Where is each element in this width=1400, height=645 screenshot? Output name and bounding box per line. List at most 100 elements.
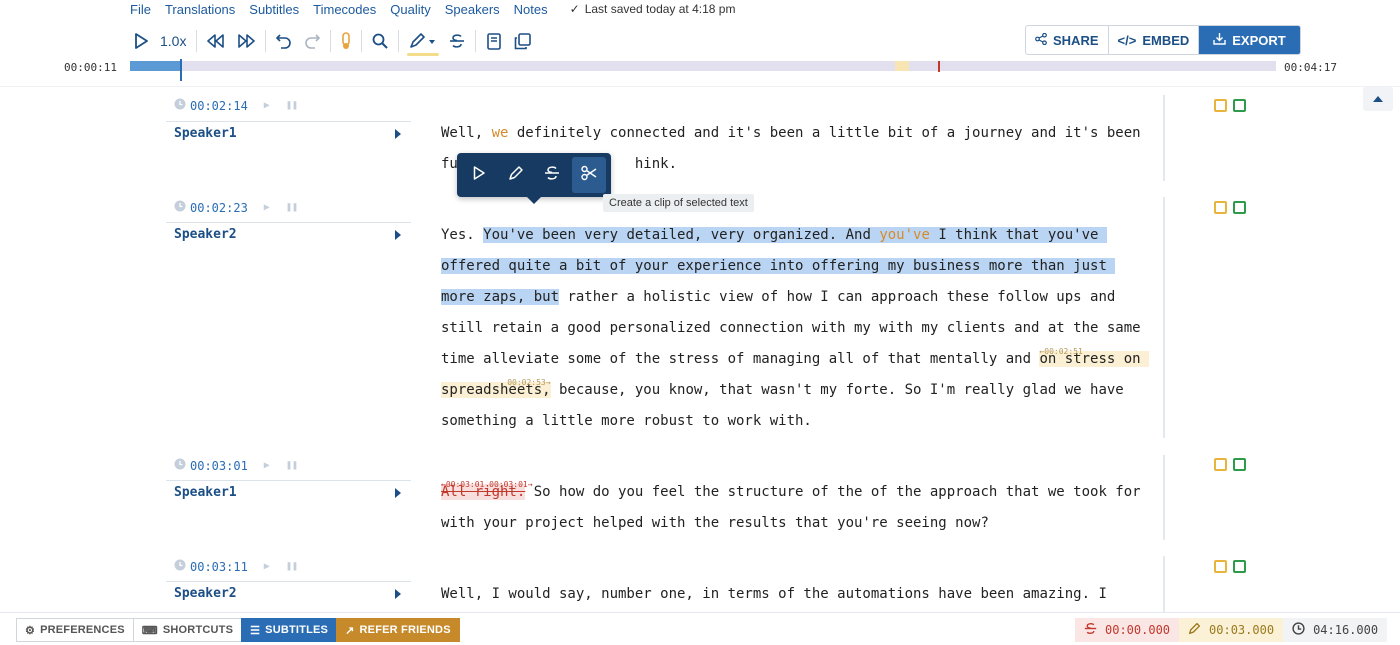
transcript-line[interactable]: Well, we definitely connected and it's b… [441, 118, 1153, 149]
word-span[interactable]: something a little more robust to work w… [441, 413, 812, 429]
checkbox-icon[interactable] [1233, 201, 1246, 214]
play-segment-icon[interactable]: ▶ [264, 460, 270, 471]
word-span[interactable]: because, you know, that wasn't my forte.… [551, 382, 1124, 398]
menu-timecodes[interactable]: Timecodes [313, 2, 376, 17]
scroll-up-button[interactable] [1363, 87, 1393, 111]
timeline-scrubber[interactable] [130, 59, 1276, 81]
copy-icon[interactable] [508, 29, 537, 53]
transcript-line[interactable]: time alleviate some of the stress of man… [441, 344, 1153, 375]
highlight-selection-button[interactable] [499, 157, 534, 193]
transcript-line[interactable]: something a little more robust to work w… [441, 406, 1153, 437]
transcript-line[interactable]: still retain a good personalized connect… [441, 313, 1153, 344]
play-selection-button[interactable] [462, 157, 497, 193]
confidence-icon[interactable] [335, 29, 357, 53]
menu-translations[interactable]: Translations [165, 2, 235, 17]
undo-icon[interactable] [270, 29, 298, 53]
menu-speakers[interactable]: Speakers [445, 2, 500, 17]
refer-friends-button[interactable]: ↗ REFER FRIENDS [336, 618, 460, 642]
checkbox-icon[interactable] [1233, 99, 1246, 112]
playback-speed-button[interactable]: 1.0x [154, 29, 192, 53]
transcript-line[interactable]: All right. ←00:03:01 00:03:01→ So how do … [441, 477, 1153, 508]
word-span[interactable]: So how do you feel the structure of the … [525, 484, 1141, 500]
word-span[interactable]: Yes. [441, 227, 483, 243]
playhead[interactable] [180, 59, 183, 81]
block-timestamp[interactable]: 00:03:01 [190, 459, 248, 473]
speaker-selector[interactable]: Speaker1 [166, 480, 411, 504]
checkbox-icon[interactable] [1233, 458, 1246, 471]
transcript-line[interactable]: with your project helped with the result… [441, 508, 1153, 539]
preferences-button[interactable]: ⚙ PREFERENCES [16, 618, 133, 642]
transcript-line[interactable]: more zaps, but rather a holistic view of… [441, 282, 1153, 313]
word-span[interactable]: rather a holistic view of how I can appr… [559, 289, 1115, 305]
note-icon[interactable] [1214, 201, 1227, 214]
block-timestamp[interactable]: 00:02:14 [190, 99, 248, 113]
styled-word-span[interactable]: more zaps, but [441, 289, 560, 305]
word-span[interactable]: time alleviate some of the stress of man… [441, 351, 1039, 367]
bottom-actions: ⚙ PREFERENCES ⌨ SHORTCUTS ☰ SUBTITLES ↗ … [16, 618, 460, 642]
pause-segment-icon[interactable]: ❚❚ [286, 561, 298, 572]
transcript-line[interactable]: Well, I would say, number one, in terms … [441, 579, 1153, 610]
timecode-tag: ←00:02:51 [1039, 347, 1083, 356]
redo-icon[interactable] [298, 29, 326, 53]
strike-selection-button[interactable] [535, 157, 570, 193]
menu-quality[interactable]: Quality [390, 2, 430, 17]
transcript-text[interactable]: Well, I would say, number one, in terms … [441, 579, 1153, 610]
embed-button[interactable]: </> EMBED [1109, 26, 1200, 54]
styled-word-span[interactable]: I think that you've [929, 227, 1107, 243]
subtitles-button[interactable]: ☰ SUBTITLES [241, 618, 337, 642]
rewind-icon[interactable] [201, 29, 231, 53]
timeline-strike-marker[interactable] [938, 61, 940, 72]
speaker-selector[interactable]: Speaker2 [166, 581, 411, 605]
word-span[interactable]: with your project helped with the result… [441, 515, 989, 531]
search-icon[interactable] [366, 29, 394, 53]
code-icon: </> [1117, 32, 1137, 48]
transcript-line[interactable]: offered quite a bit of your experience i… [441, 251, 1153, 282]
notebook-icon[interactable] [480, 29, 508, 53]
note-icon[interactable] [1214, 458, 1227, 471]
note-icon[interactable] [1214, 560, 1227, 573]
styled-word-span[interactable]: spreadsheets, 00:02:53→ [441, 379, 551, 398]
pause-segment-icon[interactable]: ❚❚ [286, 100, 298, 111]
word-span[interactable]: Well, I would say, number one, in terms … [441, 586, 1107, 602]
menu-subtitles[interactable]: Subtitles [249, 2, 299, 17]
styled-word-span[interactable]: we [492, 125, 509, 141]
word-span[interactable]: fu [441, 156, 458, 172]
checkbox-icon[interactable] [1233, 560, 1246, 573]
play-icon[interactable] [128, 29, 154, 53]
share-button[interactable]: SHARE [1026, 26, 1109, 54]
styled-word-span[interactable]: on stress on ←00:02:51 [1039, 347, 1150, 367]
word-span[interactable]: Well, [441, 125, 492, 141]
styled-word-span[interactable]: offered quite a bit of your experience i… [441, 258, 1116, 274]
speaker-name: Speaker2 [174, 586, 237, 601]
transcript-text[interactable]: Yes. You've been very detailed, very org… [441, 220, 1153, 437]
pause-segment-icon[interactable]: ❚❚ [286, 202, 298, 213]
note-icon[interactable] [1214, 99, 1227, 112]
styled-word-span[interactable]: You've been very detailed, very organize… [483, 227, 880, 243]
speaker-selector[interactable]: Speaker2 [166, 222, 411, 246]
block-timestamp[interactable]: 00:03:11 [190, 560, 248, 574]
speaker-selector[interactable]: Speaker1 [166, 121, 411, 145]
menu-file[interactable]: File [130, 2, 151, 17]
word-span[interactable]: hink. [635, 156, 677, 172]
play-segment-icon[interactable]: ▶ [264, 561, 270, 572]
block-timestamp[interactable]: 00:02:23 [190, 201, 248, 215]
fast-forward-icon[interactable] [231, 29, 261, 53]
save-status: ✓ Last saved today at 4:18 pm [570, 2, 736, 16]
pause-segment-icon[interactable]: ❚❚ [286, 460, 298, 471]
transcript-text[interactable]: All right. ←00:03:01 00:03:01→ So how do … [441, 477, 1153, 539]
transcript-line[interactable]: Yes. You've been very detailed, very org… [441, 220, 1153, 251]
play-segment-icon[interactable]: ▶ [264, 202, 270, 213]
highlight-pen-dropdown[interactable] [403, 29, 443, 56]
word-span[interactable]: definitely connected and it's been a lit… [508, 125, 1141, 141]
timeline-highlight-marker[interactable] [895, 61, 909, 71]
word-span[interactable]: still retain a good personalized connect… [441, 320, 1141, 336]
shortcuts-button[interactable]: ⌨ SHORTCUTS [132, 618, 242, 642]
menu-notes[interactable]: Notes [514, 2, 548, 17]
styled-word-span[interactable]: you've [879, 227, 930, 243]
export-button[interactable]: EXPORT [1199, 26, 1300, 54]
strikethrough-icon[interactable] [443, 29, 471, 53]
play-segment-icon[interactable]: ▶ [264, 100, 270, 111]
clip-selection-button[interactable] [571, 157, 606, 193]
transcript-line[interactable]: spreadsheets, 00:02:53→ because, you know… [441, 375, 1153, 406]
styled-word-span[interactable]: All right. ←00:03:01 00:03:01→ [441, 481, 533, 500]
